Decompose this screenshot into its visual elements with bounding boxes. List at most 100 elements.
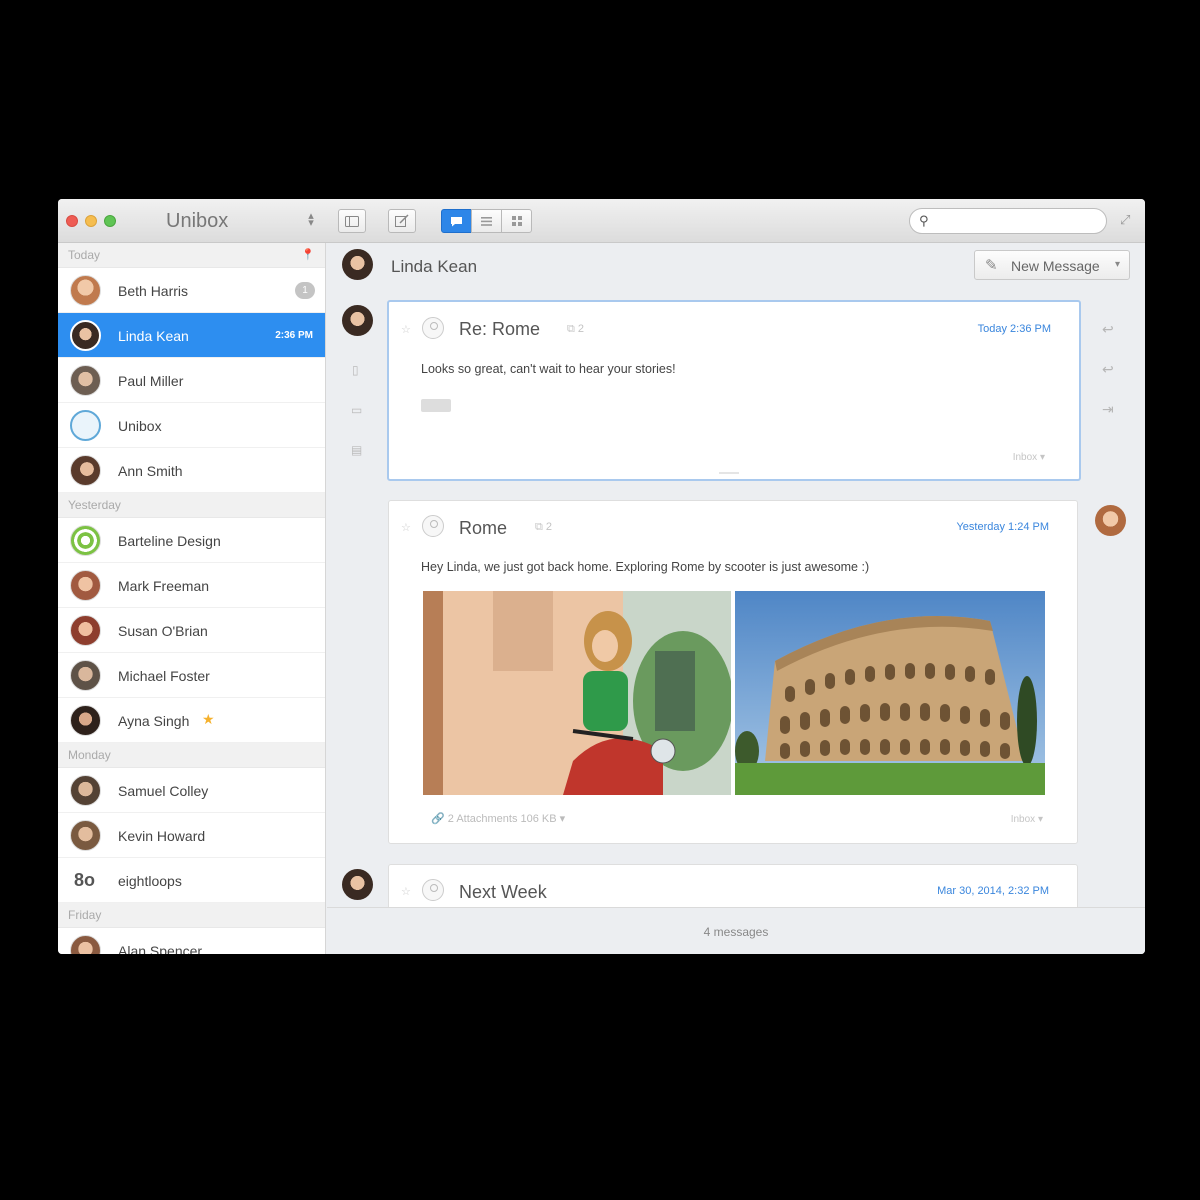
unread-badge: 1 <box>295 282 315 299</box>
attachment-image-scooter[interactable] <box>423 591 731 795</box>
minimize-window-button[interactable] <box>85 215 97 227</box>
message-date[interactable]: Mar 30, 2014, 2:32 PM <box>937 885 1049 897</box>
eightloops-logo-icon: 8o <box>74 870 96 890</box>
contact-name: Unibox <box>118 418 162 434</box>
attachment-icon[interactable]: ▯ <box>352 363 359 377</box>
contact-name: Susan O'Brian <box>118 623 208 639</box>
updown-chevron-icon[interactable]: ▴ ▾ <box>306 211 316 229</box>
contact-list-sidebar: Today 📍 Beth Harris 1 Linda Kean 2:36 PM… <box>58 243 326 954</box>
compose-icon <box>395 214 409 227</box>
forward-icon[interactable]: ⇥ <box>1102 401 1114 418</box>
contact-item-barteline-design[interactable]: Barteline Design <box>58 518 325 563</box>
list-view-button[interactable] <box>471 209 502 233</box>
contact-item-mark-freeman[interactable]: Mark Freeman <box>58 563 325 608</box>
toggle-sidebar-button[interactable] <box>338 209 366 233</box>
section-header-today: Today 📍 <box>58 243 325 268</box>
contact-item-kevin-howard[interactable]: Kevin Howard <box>58 813 325 858</box>
avatar <box>342 869 373 900</box>
reply-all-icon[interactable]: ↩ <box>1102 361 1114 378</box>
message-date[interactable]: Today 2:36 PM <box>978 323 1051 335</box>
contact-item-paul-miller[interactable]: Paul Miller <box>58 358 325 403</box>
reply-icon[interactable]: ↩ <box>1102 321 1114 338</box>
star-icon[interactable]: ★ <box>202 711 215 728</box>
attachments-label: 2 Attachments 106 KB <box>447 813 557 825</box>
view-mode-segmented-control <box>441 209 532 233</box>
message-count: 4 messages <box>703 925 769 939</box>
star-outline-icon[interactable]: ☆ <box>401 521 411 534</box>
compose-icon: ✎ <box>985 257 998 274</box>
avatar <box>70 705 101 736</box>
zoom-window-button[interactable] <box>104 215 116 227</box>
avatar <box>70 935 101 954</box>
pin-icon[interactable]: 📍 <box>301 243 315 268</box>
section-label: Yesterday <box>68 498 121 512</box>
contact-name: Kevin Howard <box>118 828 206 844</box>
avatar <box>70 455 101 486</box>
attachment-image-colosseum[interactable] <box>735 591 1045 795</box>
barteline-logo-icon <box>70 525 101 556</box>
contact-name: Mark Freeman <box>118 578 210 594</box>
chevron-down-icon[interactable]: ▾ <box>1115 259 1120 270</box>
label-tag <box>421 399 451 412</box>
folder-label[interactable]: Inbox ▾ <box>1011 814 1043 825</box>
message-date[interactable]: Yesterday 1:24 PM <box>956 521 1049 533</box>
avatar <box>70 775 101 806</box>
star-outline-icon[interactable]: ☆ <box>401 323 411 336</box>
contact-name: Ann Smith <box>118 463 183 479</box>
avatar <box>70 615 101 646</box>
section-label: Monday <box>68 748 111 762</box>
contact-item-susan-obrian[interactable]: Susan O'Brian <box>58 608 325 653</box>
contact-item-michael-foster[interactable]: Michael Foster <box>58 653 325 698</box>
resize-grip[interactable] <box>719 472 739 474</box>
contact-item-eightloops[interactable]: 8o eightloops <box>58 858 325 903</box>
contact-name: Alan Spencer <box>118 943 203 954</box>
star-outline-icon[interactable]: ☆ <box>401 885 411 898</box>
person-icon <box>422 879 444 901</box>
fullscreen-icon[interactable]: ⤢ <box>1120 212 1130 228</box>
compose-button[interactable] <box>388 209 416 233</box>
contact-name: Michael Foster <box>118 668 210 684</box>
tray-icon[interactable]: ▭ <box>351 403 362 417</box>
contact-item-linda-kean[interactable]: Linda Kean 2:36 PM <box>58 313 325 358</box>
status-bar: 4 messages <box>327 907 1145 954</box>
folder-name: Inbox <box>1012 452 1038 463</box>
avatar <box>70 820 101 851</box>
contact-item-samuel-colley[interactable]: Samuel Colley <box>58 768 325 813</box>
grid-view-button[interactable] <box>501 209 532 233</box>
speech-bubble-icon <box>451 216 462 226</box>
section-header-monday: Monday <box>58 743 325 768</box>
folder-name: Inbox <box>1010 814 1036 825</box>
message-body: Looks so great, can't wait to hear your … <box>421 362 676 376</box>
list-icon <box>481 216 492 226</box>
message-card[interactable]: ☆ Rome ⧉ 2 Yesterday 1:24 PM Hey Linda, … <box>388 500 1078 844</box>
message-card[interactable]: ☆ Re: Rome ⧉ 2 Today 2:36 PM Looks so gr… <box>387 300 1081 481</box>
search-input[interactable] <box>936 212 1096 230</box>
contact-item-unibox[interactable]: Unibox <box>58 403 325 448</box>
conversation-view-button[interactable] <box>441 209 472 233</box>
person-icon <box>422 515 444 537</box>
contact-item-alan-spencer[interactable]: Alan Spencer <box>58 928 325 954</box>
section-label: Today <box>68 248 101 262</box>
section-header-friday: Friday <box>58 903 325 928</box>
new-message-button[interactable]: ✎ New Message ▾ <box>974 250 1130 280</box>
message-body: Hey Linda, we just got back home. Explor… <box>421 560 870 574</box>
contact-name: Linda Kean <box>118 328 189 344</box>
thread-count-value: 2 <box>545 521 553 533</box>
avatar <box>70 275 101 306</box>
contact-item-ayna-singh[interactable]: Ayna Singh ★ <box>58 698 325 743</box>
account-selector-title[interactable]: Unibox <box>166 210 228 233</box>
avatar <box>70 570 101 601</box>
close-window-button[interactable] <box>66 215 78 227</box>
archive-icon[interactable]: ▤ <box>351 443 362 457</box>
section-label: Friday <box>68 908 102 922</box>
conversation-title: Linda Kean <box>391 257 478 276</box>
avatar <box>70 320 101 351</box>
avatar <box>342 305 373 336</box>
avatar <box>70 365 101 396</box>
folder-label[interactable]: Inbox ▾ <box>1013 452 1045 463</box>
contact-name: Ayna Singh <box>118 713 190 729</box>
attachments-summary[interactable]: 🔗 2 Attachments 106 KB ▾ <box>431 812 565 825</box>
search-field[interactable]: ⚲ <box>909 208 1107 234</box>
contact-item-ann-smith[interactable]: Ann Smith <box>58 448 325 493</box>
contact-item-beth-harris[interactable]: Beth Harris 1 <box>58 268 325 313</box>
